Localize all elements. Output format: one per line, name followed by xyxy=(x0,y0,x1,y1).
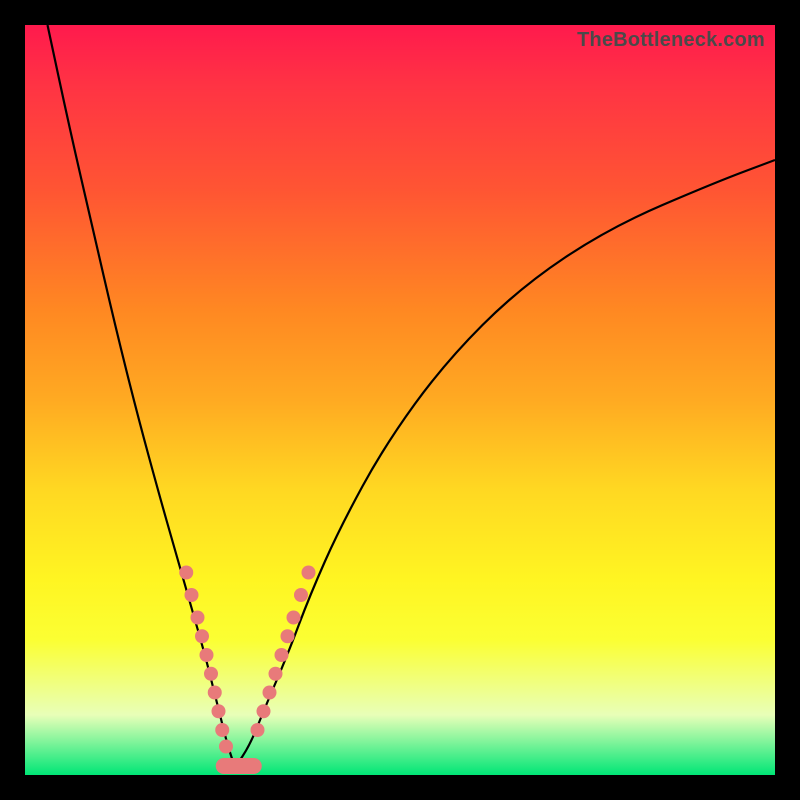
data-marker xyxy=(195,629,209,643)
data-marker xyxy=(212,704,226,718)
data-marker xyxy=(208,686,222,700)
data-marker xyxy=(257,704,271,718)
chart-frame: TheBottleneck.com xyxy=(0,0,800,800)
bottom-pill xyxy=(216,758,262,774)
data-marker xyxy=(200,648,214,662)
chart-svg xyxy=(25,25,775,775)
data-marker xyxy=(302,566,316,580)
bottom-pill-group xyxy=(216,758,262,774)
data-marker xyxy=(251,723,265,737)
data-marker xyxy=(215,723,229,737)
data-marker xyxy=(191,611,205,625)
watermark-text: TheBottleneck.com xyxy=(577,29,765,52)
markers-right-group xyxy=(251,566,316,738)
data-marker xyxy=(269,667,283,681)
data-marker xyxy=(179,566,193,580)
plot-area: TheBottleneck.com xyxy=(25,25,775,775)
data-marker xyxy=(294,588,308,602)
data-marker xyxy=(185,588,199,602)
data-marker xyxy=(204,667,218,681)
right-branch-curve xyxy=(235,160,775,768)
data-marker xyxy=(287,611,301,625)
markers-left-group xyxy=(179,566,233,754)
data-marker xyxy=(263,686,277,700)
data-marker xyxy=(281,629,295,643)
data-marker xyxy=(219,740,233,754)
data-marker xyxy=(275,648,289,662)
